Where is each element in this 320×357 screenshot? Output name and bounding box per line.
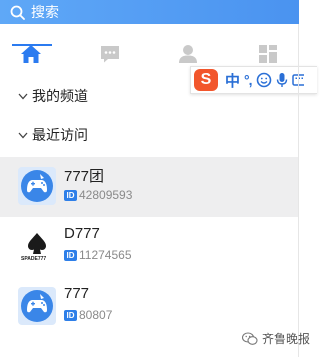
list-item[interactable]: 777 ID 80807 — [0, 277, 299, 337]
item-title: 777团 — [64, 168, 105, 185]
wechat-icon — [242, 331, 258, 346]
chat-icon — [99, 44, 121, 64]
ime-mode-toggle[interactable]: 中 — [225, 70, 240, 91]
item-id: 11274565 — [79, 248, 132, 262]
item-id: 42809593 — [79, 188, 133, 202]
item-title: D777 — [64, 225, 100, 242]
section-my-channels[interactable]: 我的频道 — [18, 86, 88, 106]
avatar — [18, 167, 56, 205]
microphone-icon[interactable] — [276, 72, 288, 88]
ime-logo[interactable]: S — [194, 69, 218, 91]
spade-logo-avatar: SPADE777 — [18, 227, 56, 265]
avatar — [18, 287, 56, 325]
item-id-row: ID 11274565 — [64, 248, 132, 262]
section-recent[interactable]: 最近访问 — [18, 125, 88, 145]
ime-punctuation-toggle[interactable]: °, — [244, 72, 252, 88]
id-badge: ID — [64, 249, 77, 261]
search-icon — [10, 5, 25, 20]
user-icon — [178, 44, 198, 64]
grid-icon — [258, 44, 278, 64]
id-badge: ID — [64, 189, 77, 201]
home-icon — [20, 44, 42, 64]
watermark-text: 齐鲁晚报 — [262, 332, 311, 346]
chevron-down-icon — [18, 132, 28, 139]
item-title: 777 — [64, 285, 90, 302]
id-badge: ID — [64, 309, 77, 321]
section-my-channels-label: 我的频道 — [32, 88, 88, 104]
list-item[interactable]: 777团 ID 42809593 — [0, 157, 299, 217]
active-tab-indicator — [12, 44, 52, 46]
list-item[interactable]: SPADE777 D777 ID 11274565 — [0, 217, 299, 277]
item-id: 80807 — [79, 308, 113, 322]
tab-messages[interactable] — [90, 30, 130, 78]
emoji-icon[interactable] — [256, 72, 272, 88]
item-id-row: ID 42809593 — [64, 188, 132, 202]
item-id-row: ID 80807 — [64, 308, 112, 322]
search-label: 搜索 — [31, 4, 59, 20]
search-bar[interactable]: 搜索 — [0, 0, 299, 24]
watermark: 齐鲁晚报 — [242, 330, 310, 347]
spade-logo-text: SPADE777 — [21, 256, 47, 262]
panel-divider — [298, 24, 299, 357]
section-recent-label: 最近访问 — [32, 127, 88, 143]
chevron-down-icon — [18, 93, 28, 100]
tab-home[interactable] — [10, 30, 52, 78]
